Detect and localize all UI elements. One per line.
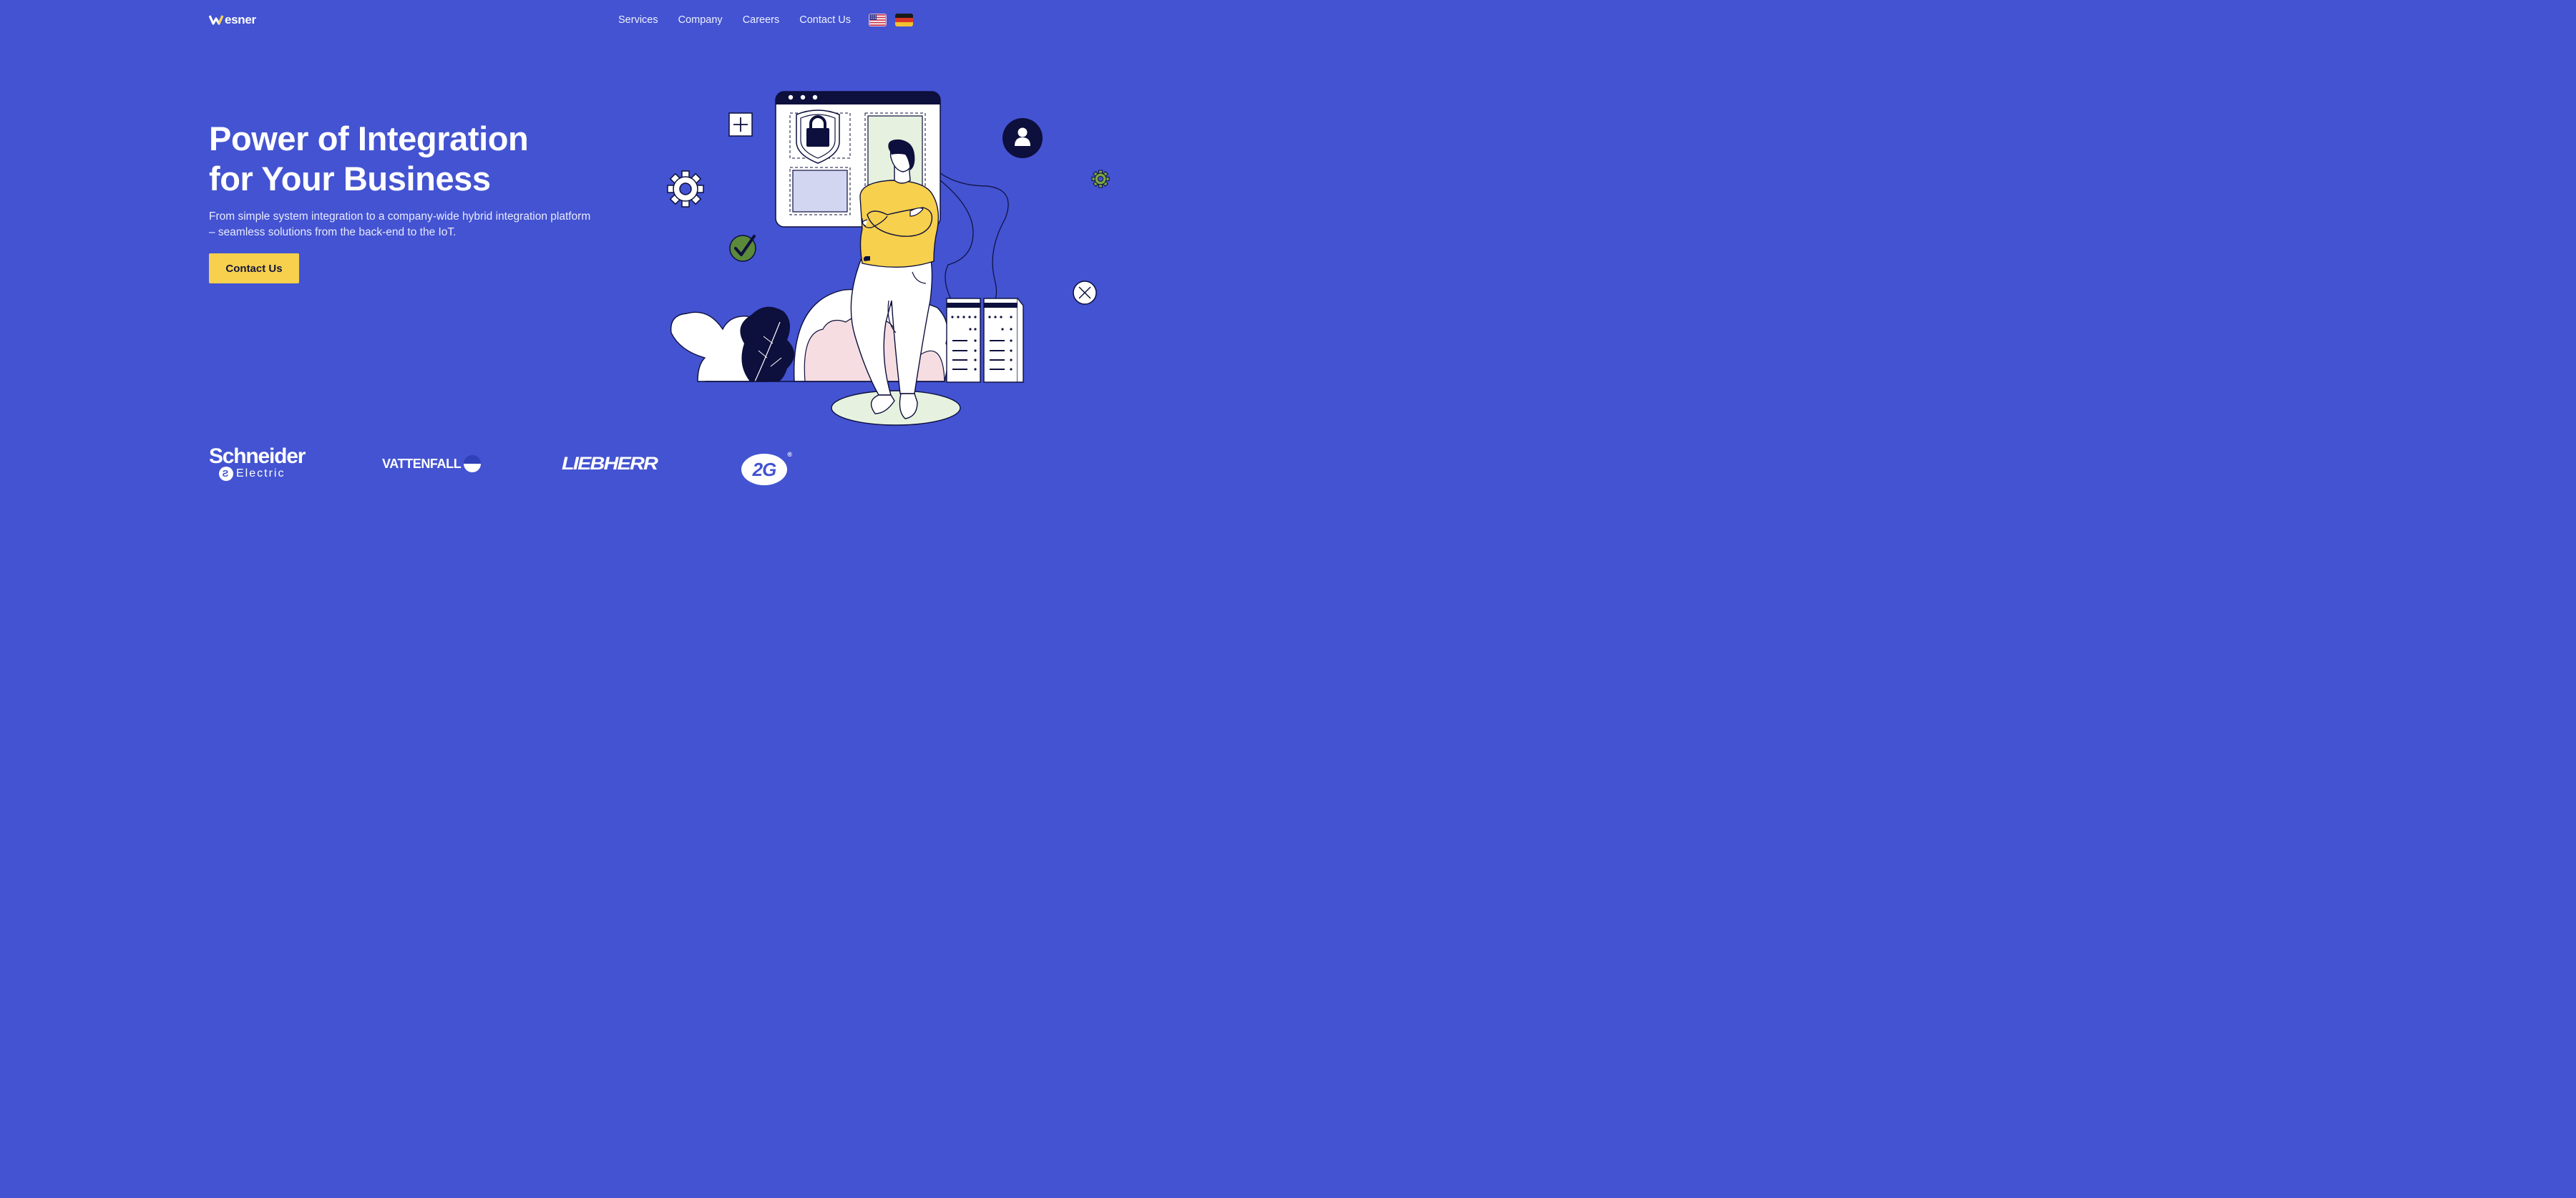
hero-illustration	[667, 91, 1110, 426]
nav-careers[interactable]: Careers	[743, 14, 780, 26]
main-nav: Services Company Careers Contact Us	[618, 14, 913, 26]
vattenfall-circle-icon	[464, 455, 482, 472]
contact-us-button[interactable]: Contact Us	[209, 253, 299, 283]
client-logos: Schneider Ƨ Electric VATTENFALL LIEBHERR…	[209, 444, 853, 487]
logo-text: esner	[225, 13, 256, 26]
2g-logo-badge: 2G ®	[741, 451, 792, 485]
hero-subtitle-line-1: From simple system integration to a comp…	[209, 210, 591, 223]
2g-logo: 2G ®	[741, 449, 792, 490]
hero-title-line-1: Power of Integration	[209, 120, 529, 157]
site-header: esner Services Company Careers Contact U…	[209, 10, 913, 30]
vattenfall-logo: VATTENFALL	[382, 455, 482, 472]
us-flag-icon[interactable]	[869, 14, 887, 26]
electric-logo-text: Electric	[236, 467, 286, 479]
wesner-logo-mark-icon	[209, 15, 224, 25]
gear-icon	[667, 170, 704, 208]
server-rack-illustration	[946, 298, 1024, 383]
schneider-badge-icon: Ƨ	[219, 467, 233, 481]
small-gear-icon	[1091, 170, 1110, 188]
schneider-logo-subtext: Ƨ Electric	[219, 467, 286, 481]
2g-logo-text: 2G	[752, 458, 777, 480]
vattenfall-logo-text: VATTENFALL	[382, 456, 462, 471]
shield-lock-icon	[796, 109, 840, 164]
schneider-electric-logo: Schneider Ƨ Electric	[209, 444, 306, 484]
language-switcher	[869, 14, 913, 26]
schneider-logo-text: Schneider	[209, 444, 306, 468]
close-circle-icon	[1073, 281, 1097, 305]
nav-contact-us[interactable]: Contact Us	[799, 14, 851, 26]
hero-title-line-2: for Your Business	[209, 160, 491, 198]
floor-ellipse	[831, 390, 961, 426]
hero-subtitle-line-2: – seamless solutions from the back-end t…	[209, 225, 457, 238]
user-circle-icon	[1002, 118, 1043, 158]
hero-subtitle: From simple system integration to a comp…	[209, 209, 624, 240]
check-circle-icon	[729, 235, 756, 262]
wesner-logo[interactable]: esner	[209, 11, 256, 29]
liebherr-logo: LIEBHERR	[562, 453, 658, 474]
hero-title: Power of Integration for Your Business	[209, 119, 638, 199]
nav-services[interactable]: Services	[618, 14, 658, 26]
de-flag-icon[interactable]	[895, 14, 913, 26]
nav-company[interactable]: Company	[678, 14, 723, 26]
liebherr-logo-text: LIEBHERR	[562, 453, 658, 474]
plus-icon	[728, 112, 753, 137]
registered-mark: ®	[787, 451, 792, 458]
